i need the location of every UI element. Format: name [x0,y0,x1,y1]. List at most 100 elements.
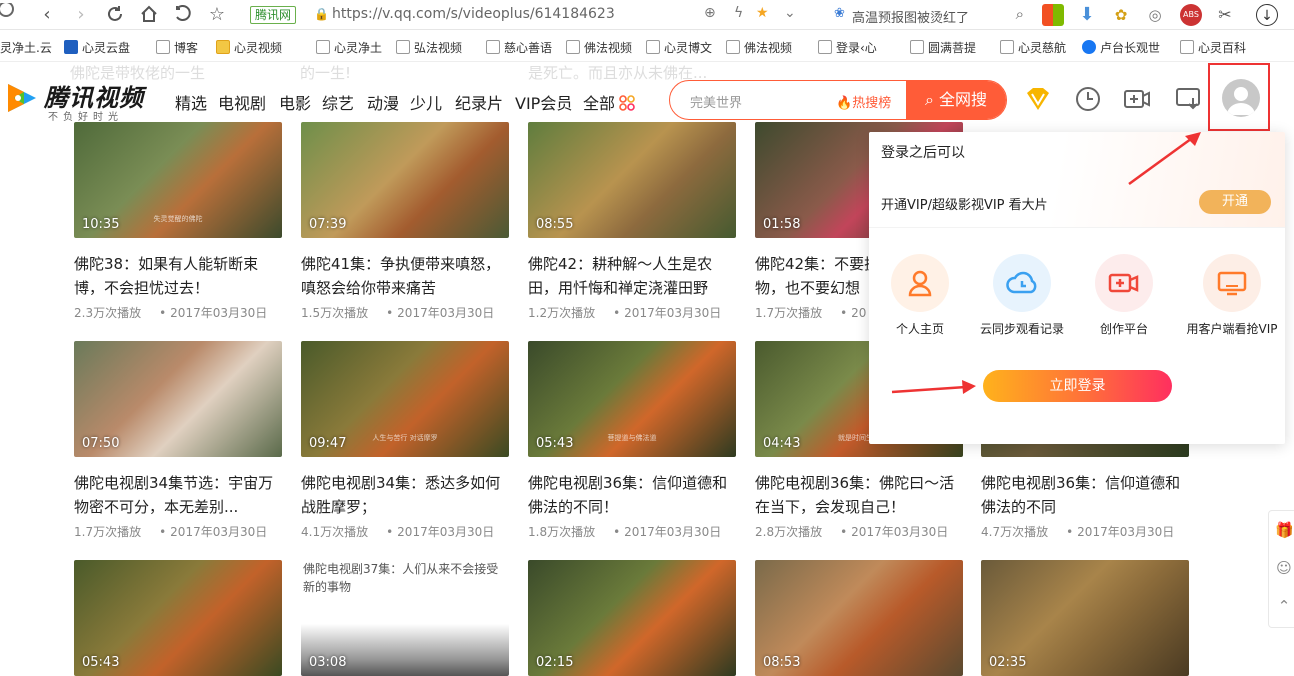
nav-movie[interactable]: 电影 [279,90,311,114]
video-card[interactable]: 07:50 佛陀电视剧34集节选：宇宙万物密不可分，本无差别... 1.7万次播… [74,341,282,540]
video-thumbnail[interactable]: 02:15 [528,560,736,676]
video-card[interactable]: 05:43 [74,560,282,676]
open-vip-button[interactable]: 开通 [1199,190,1271,214]
home-icon[interactable] [138,4,160,26]
video-title[interactable]: 佛陀38：如果有人能斩断束博，不会担忧过去！ [74,252,282,300]
forward-icon[interactable]: › [70,4,92,26]
address-bar[interactable]: 腾讯网 🔒 https://v.qq.com/s/videoplus/61418… [244,2,808,28]
login-now-button[interactable]: 立即登录 [983,370,1172,402]
video-title[interactable]: 佛陀电视剧34集：悉达多如何战胜摩罗； [301,471,509,519]
bookmark-item[interactable]: 佛法视频 [726,39,792,56]
bookmark-item[interactable]: 佛法视频 [566,39,632,56]
client-download-icon[interactable] [1174,84,1204,114]
windows-icon[interactable] [1042,4,1064,26]
upload-video-icon[interactable] [1122,84,1152,114]
page-icon [726,40,740,54]
nav-featured[interactable]: 精选 [175,90,207,114]
download-arrow-icon[interactable]: ⬇ [1076,4,1098,26]
bookmark-item[interactable]: 心灵博文 [646,39,712,56]
back-icon[interactable]: ‹ [36,4,58,26]
browser-search-box[interactable]: ❀ 高温预报图被烫红了 ⌕ [828,2,1034,28]
video-thumbnail[interactable]: 佛陀电视剧37集：人们从来不会接受新的事物 03:08 [301,560,509,676]
page-icon [566,40,580,54]
bookmark-item[interactable]: 心灵净土 [316,39,382,56]
nav-documentary[interactable]: 纪录片 [455,90,503,114]
video-thumbnail[interactable]: 失灵觉醒的佛陀 10:35 [74,122,282,238]
download-circle-icon[interactable]: ↓ [1256,4,1278,26]
video-title[interactable]: 佛陀电视剧36集：信仰道德和佛法的不同！ [528,471,736,519]
chevron-down-icon[interactable]: ⌄ [784,5,796,21]
bookmark-item[interactable]: 登录‹心 [818,39,877,56]
action-client-vip[interactable]: 用客户端看抢VIP [1176,254,1285,337]
nav-kids[interactable]: 少儿 [410,90,442,114]
search-all-button[interactable]: ⌕ 全网搜 [906,81,1006,119]
video-thumbnail[interactable]: 菩提道与佛法道 05:43 [528,341,736,457]
video-title[interactable]: 佛陀电视剧36集：佛陀曰～活在当下，会发现自己！ [755,471,963,519]
video-card[interactable]: 菩提道与佛法道 05:43 佛陀电视剧36集：信仰道德和佛法的不同！ 1.8万次… [528,341,736,540]
video-thumbnail[interactable]: 08:53 [755,560,963,676]
search-icon[interactable]: ⌕ [1016,5,1024,23]
action-creator-platform[interactable]: 创作平台 [1074,254,1174,337]
nav-tv[interactable]: 电视剧 [218,90,266,114]
bookmark-item[interactable]: 心灵云盘 [64,39,130,56]
action-cloud-history[interactable]: 云同步观看记录 [972,254,1072,337]
video-card[interactable]: 失灵觉醒的佛陀 10:35 佛陀38：如果有人能斩断束博，不会担忧过去！ 2.3… [74,122,282,321]
bookmark-item[interactable]: 弘法视频 [396,39,462,56]
gamepad-icon[interactable]: ◎ [1144,4,1166,26]
action-profile[interactable]: 个人主页 [870,254,970,337]
favorite-star-icon[interactable]: ★ [756,5,769,21]
video-duration: 09:47 [309,436,347,451]
video-card[interactable]: 07:39 佛陀41集：争执便带来嗔怒，嗔怒会给你带来痛苦 1.5万次播放 • 20… [301,122,509,321]
back-to-top-icon[interactable]: ⌃ [1275,597,1293,615]
video-duration: 02:35 [989,655,1027,670]
video-title[interactable]: 佛陀41集：争执便带来嗔怒，嗔怒会给你带来痛苦 [301,252,509,300]
video-search-box[interactable]: 完美世界 🔥热搜榜 ⌕ 全网搜 [669,80,1007,120]
feedback-chat-icon[interactable]: ☺ [1275,559,1293,577]
video-thumbnail[interactable]: 人生与苦行 对话摩罗 09:47 [301,341,509,457]
video-card[interactable]: 人生与苦行 对话摩罗 09:47 佛陀电视剧34集：悉达多如何战胜摩罗； 4.1… [301,341,509,540]
bookmark-item[interactable]: 心灵慈航 [1000,39,1066,56]
video-card[interactable]: 08:55 佛陀42：耕种解～人生是农田，用忏悔和禅定浇灌田野 1.2万次播放 •… [528,122,736,321]
video-meta: 1.5万次播放 • 2017年03月30日 [301,306,495,320]
reload-icon[interactable] [104,4,126,26]
bookmark-item[interactable]: 卢台长观世 [1082,39,1160,56]
vip-diamond-icon[interactable] [1023,84,1053,114]
video-card[interactable]: 02:35 [981,560,1189,676]
scissors-icon[interactable]: ✂ [1214,4,1236,26]
tencent-video-logo[interactable]: 腾讯视频 不负好时光 [4,78,150,124]
adblock-icon[interactable]: ABS [1180,4,1202,26]
nav-variety[interactable]: 综艺 [322,90,354,114]
video-thumbnail[interactable]: 05:43 [74,560,282,676]
video-thumbnail[interactable]: 07:39 [301,122,509,238]
bookmark-item[interactable]: 灵净土.云 [0,39,52,56]
nav-all[interactable]: 全部 [583,90,635,114]
video-title[interactable]: 佛陀电视剧36集：信仰道德和佛法的不同 [981,471,1189,519]
bookmark-item[interactable]: 慈心善语 [486,39,552,56]
bookmark-item[interactable]: 圆满菩提 [910,39,976,56]
bookmark-item[interactable]: 博客 [156,39,198,56]
zoom-icon[interactable]: ⊕ [704,5,716,21]
video-card[interactable]: 08:53 [755,560,963,676]
video-thumbnail[interactable]: 02:35 [981,560,1189,676]
bee-icon[interactable]: ✿ [1110,4,1132,26]
url-text[interactable]: https://v.qq.com/s/videoplus/614184623 [332,6,615,22]
video-thumbnail[interactable]: 08:55 [528,122,736,238]
gift-icon[interactable]: 🎁 [1275,521,1294,539]
nav-vip[interactable]: VIP会员 [515,90,572,114]
bookmark-item[interactable]: 心灵视频 [216,39,282,56]
undo-icon[interactable] [172,4,194,26]
hot-search-link[interactable]: 🔥热搜榜 [836,92,891,111]
video-title[interactable]: 佛陀电视剧34集节选：宇宙万物密不可分，本无差别... [74,471,282,519]
bookmark-star-icon[interactable]: ☆ [206,4,228,26]
nav-anime[interactable]: 动漫 [367,90,399,114]
video-card[interactable]: 02:15 [528,560,736,676]
video-card[interactable]: 佛陀电视剧37集：人们从来不会接受新的事物 03:08 [301,560,509,676]
bolt-icon[interactable]: ϟ [734,5,743,21]
bookmark-item[interactable]: 心灵百科 [1180,39,1246,56]
video-thumbnail[interactable]: 07:50 [74,341,282,457]
history-clock-icon[interactable] [1073,84,1103,114]
video-title[interactable]: 佛陀42：耕种解～人生是农田，用忏悔和禅定浇灌田野 [528,252,736,300]
avatar[interactable] [1222,79,1260,117]
browser-search-text[interactable]: 高温预报图被烫红了 [852,7,969,26]
search-input[interactable]: 完美世界 [690,92,742,111]
